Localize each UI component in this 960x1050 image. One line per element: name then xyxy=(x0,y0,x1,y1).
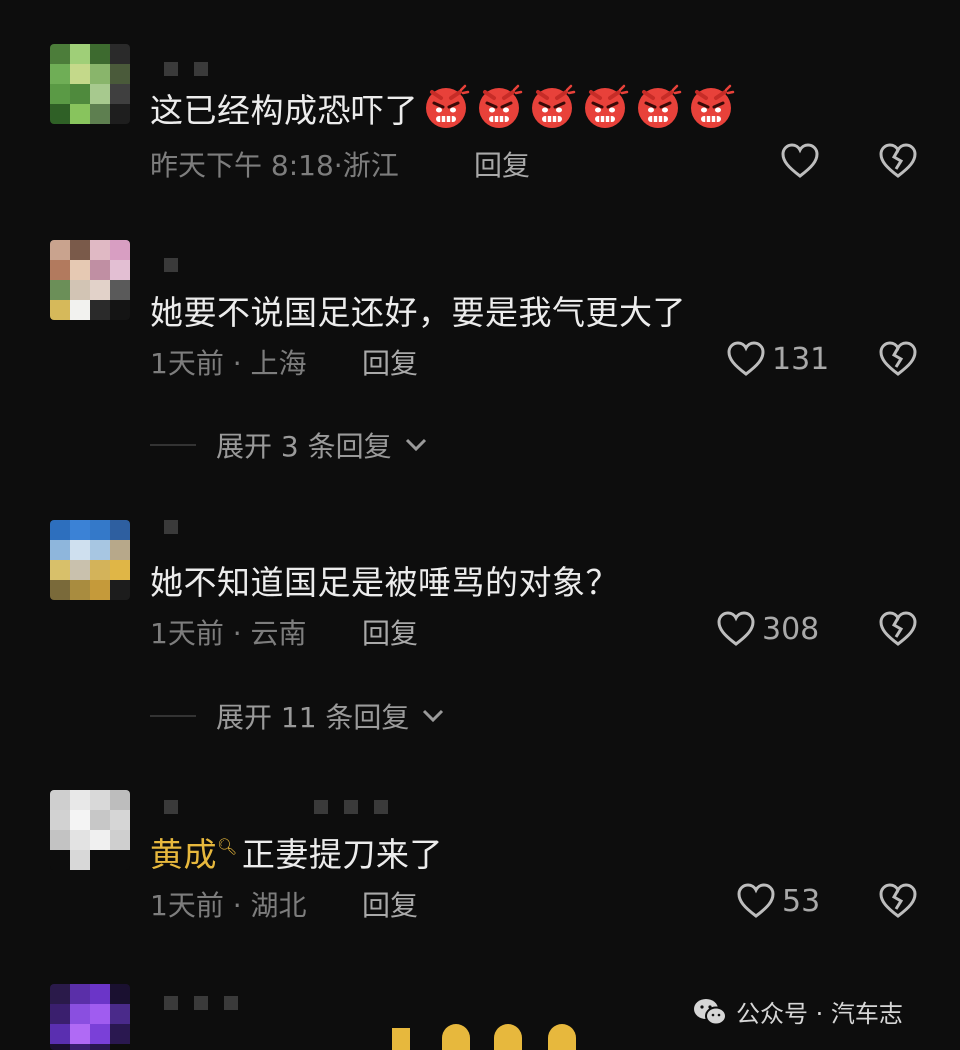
reply-button[interactable]: 回复 xyxy=(362,612,418,652)
avatar[interactable] xyxy=(50,790,130,870)
username-redacted[interactable] xyxy=(164,520,178,534)
expand-replies-label: 展开 3 条回复 xyxy=(216,430,392,463)
like-button[interactable]: 131 xyxy=(726,340,829,378)
expand-replies-label: 展开 11 条回复 xyxy=(216,701,410,734)
heart-icon xyxy=(781,143,819,178)
like-button[interactable] xyxy=(780,142,820,180)
username-redacted[interactable] xyxy=(164,996,238,1010)
reply-button[interactable]: 回复 xyxy=(362,884,418,924)
comment-text: 她要不说国足还好，要是我气更大了 xyxy=(150,293,686,332)
username-redacted[interactable] xyxy=(164,62,208,76)
comment-meta: 1天前 · 上海 xyxy=(150,347,307,380)
avatar[interactable] xyxy=(50,984,130,1050)
expand-replies-button[interactable]: 展开 3 条回复 xyxy=(150,425,428,465)
partial-text xyxy=(392,1028,410,1050)
dislike-button[interactable] xyxy=(878,882,918,920)
wechat-icon xyxy=(694,998,727,1025)
like-count: 308 xyxy=(762,611,820,647)
comment-time: 1天前 xyxy=(150,889,224,922)
comment-time: 1天前 xyxy=(150,347,224,380)
comment-text: 黄成🔍︎ 正妻提刀来了 xyxy=(150,835,443,874)
broken-heart-icon xyxy=(879,611,917,646)
broken-heart-icon xyxy=(879,341,917,376)
reply-button[interactable]: 回复 xyxy=(474,144,530,184)
avatar[interactable] xyxy=(50,520,130,600)
comment-location: 湖北 xyxy=(250,889,307,922)
comment-location: 浙江 xyxy=(342,149,399,182)
watermark: 公众号 · 汽车志 xyxy=(692,994,903,1029)
comment-meta: 1天前 · 湖北 xyxy=(150,889,307,922)
like-button[interactable]: 53 xyxy=(736,882,820,920)
divider xyxy=(150,444,196,446)
comment-meta: 昨天下午 8:18·浙江 xyxy=(150,149,399,182)
comment-meta: 1天前 · 云南 xyxy=(150,617,307,650)
mention-name[interactable]: 黄成 xyxy=(150,835,217,874)
chevron-down-icon xyxy=(405,438,426,452)
partial-emoji xyxy=(494,1024,522,1050)
comment-time: 昨天下午 8:18 xyxy=(150,149,334,182)
dislike-button[interactable] xyxy=(878,340,918,378)
dislike-button[interactable] xyxy=(878,142,918,180)
angry-face-icon xyxy=(418,84,736,130)
like-count: 53 xyxy=(782,883,821,919)
heart-icon xyxy=(737,883,775,918)
username-redacted[interactable] xyxy=(164,258,178,272)
comment-time: 1天前 xyxy=(150,617,224,650)
like-button[interactable]: 308 xyxy=(716,610,819,648)
avatar[interactable] xyxy=(50,44,130,124)
comment-text: 这已经构成恐吓了 xyxy=(150,84,736,132)
search-icon: 🔍︎ xyxy=(217,837,238,856)
heart-icon xyxy=(727,341,765,376)
avatar[interactable] xyxy=(50,240,130,320)
heart-icon xyxy=(717,611,755,646)
expand-replies-button[interactable]: 展开 11 条回复 xyxy=(150,696,445,736)
chevron-down-icon xyxy=(423,709,444,723)
divider xyxy=(150,715,196,717)
broken-heart-icon xyxy=(879,143,917,178)
reply-button[interactable]: 回复 xyxy=(362,342,418,382)
partial-emoji xyxy=(442,1024,470,1050)
broken-heart-icon xyxy=(879,883,917,918)
comment-text: 她不知道国足是被唾骂的对象？ xyxy=(150,563,619,602)
dislike-button[interactable] xyxy=(878,610,918,648)
like-count: 131 xyxy=(772,341,830,377)
watermark-text: 公众号 · 汽车志 xyxy=(736,1000,903,1028)
comment-location: 上海 xyxy=(250,347,307,380)
username-redacted[interactable] xyxy=(164,800,388,814)
comment-location: 云南 xyxy=(250,617,307,650)
partial-emoji xyxy=(548,1024,576,1050)
